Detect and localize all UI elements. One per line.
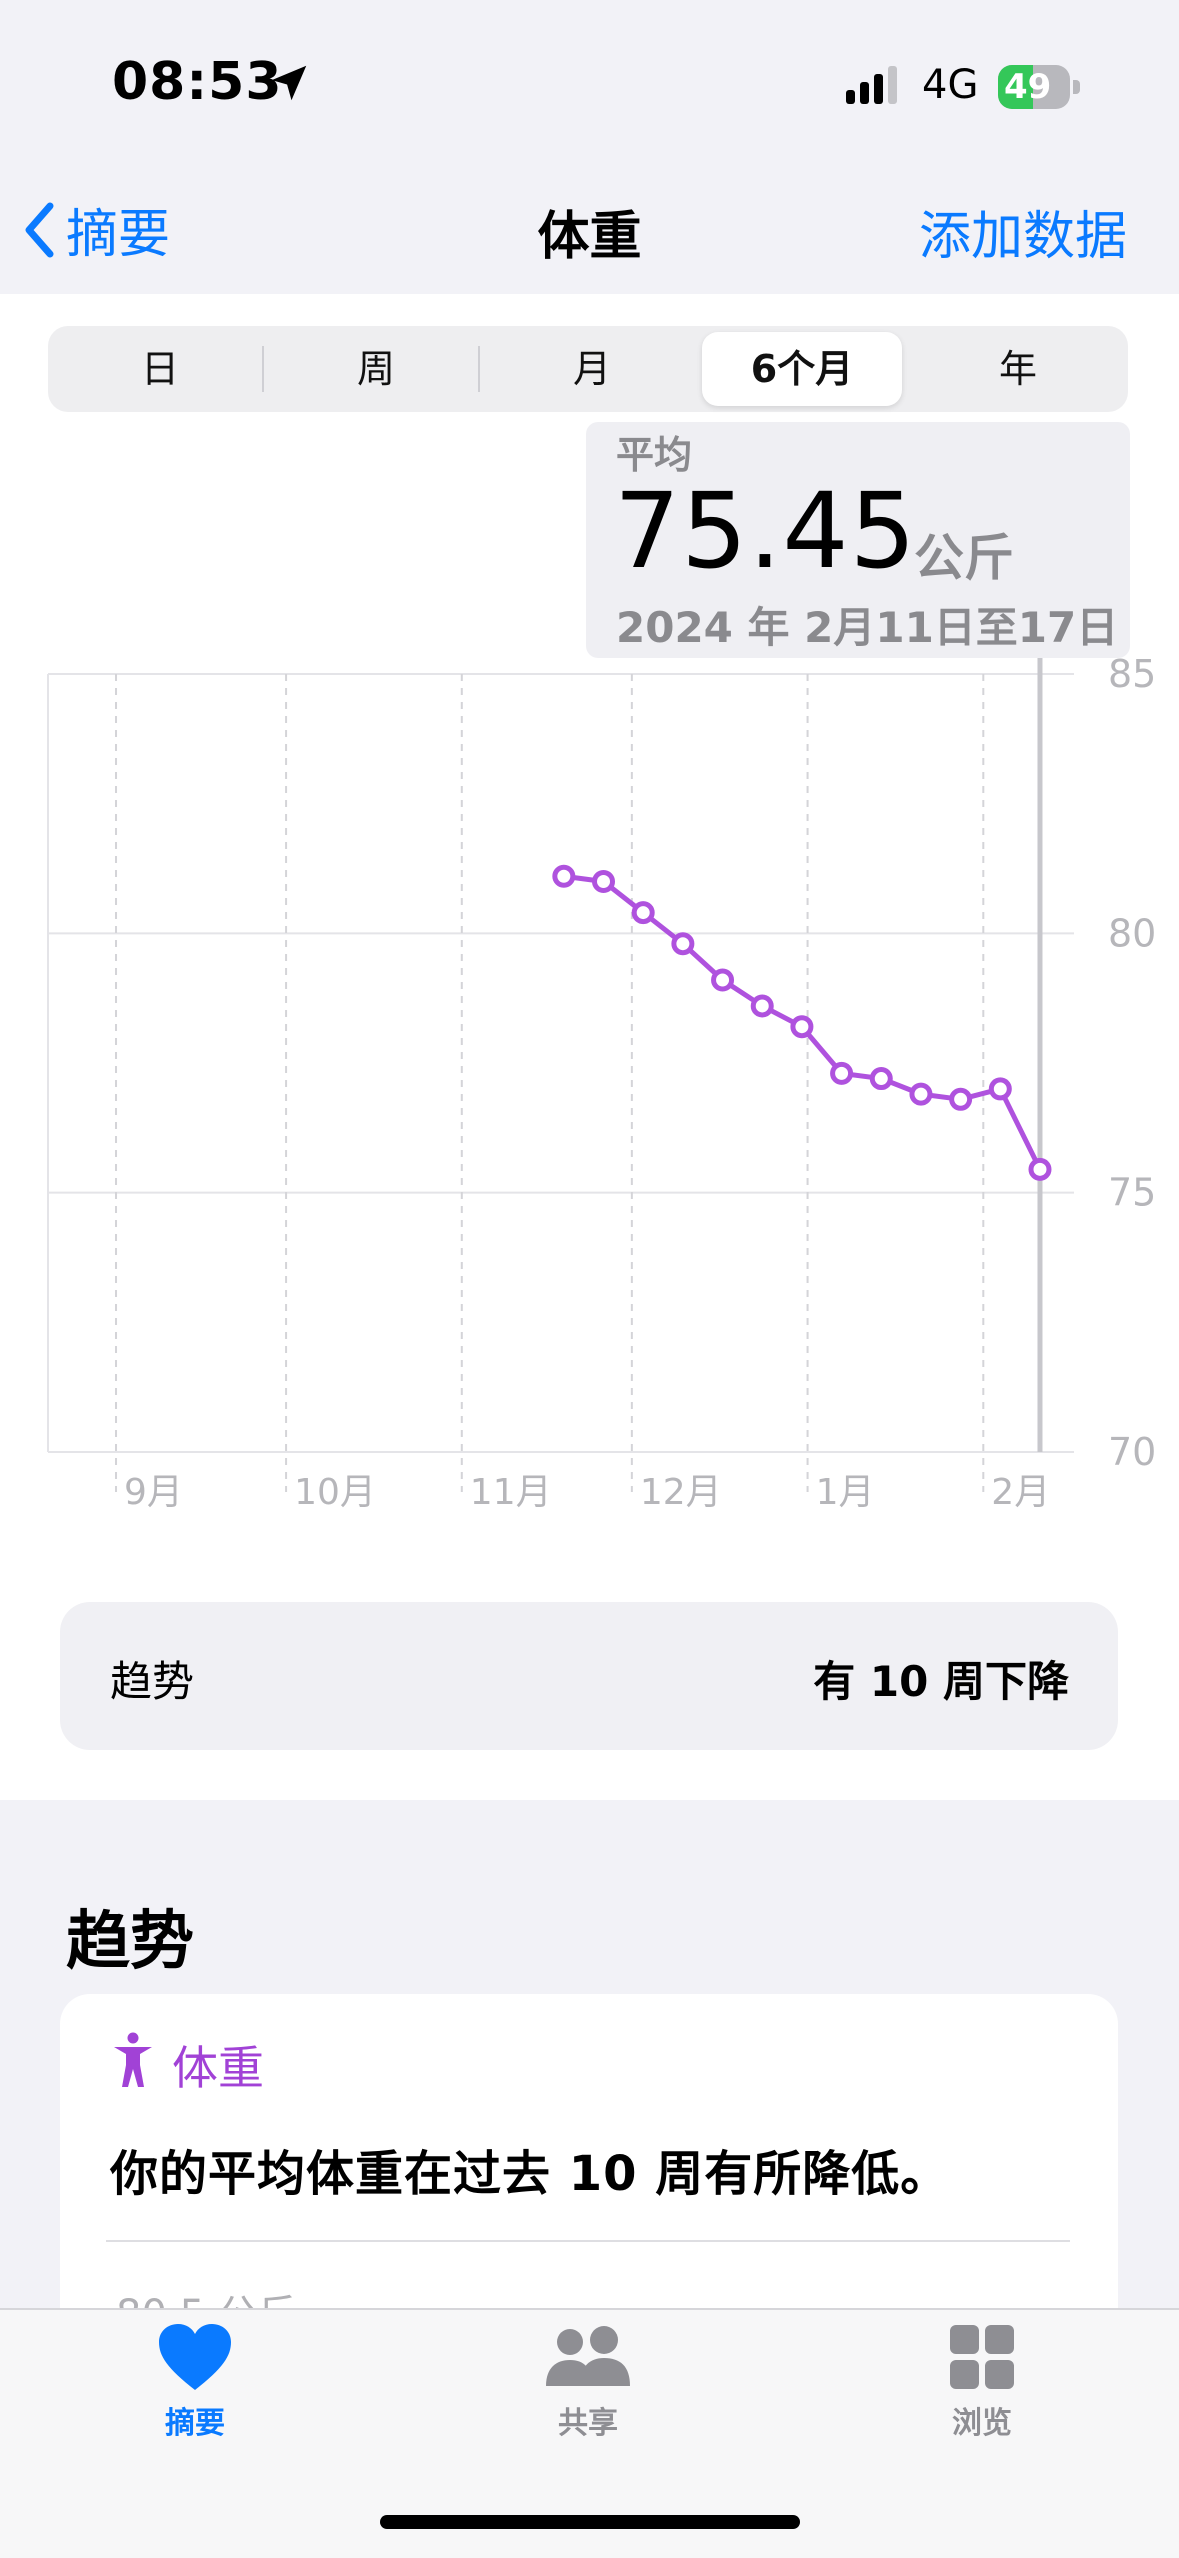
status-time: 08:53 bbox=[112, 52, 283, 112]
y-axis-tick-label: 70 bbox=[1108, 1430, 1156, 1474]
weight-data-point bbox=[869, 1067, 893, 1091]
battery-percent: 49 bbox=[1004, 67, 1052, 107]
tab-sharing[interactable]: 共享 bbox=[468, 2322, 708, 2442]
trend-category-label: 体重 bbox=[172, 2041, 264, 2095]
x-axis-tick-label: 11月 bbox=[470, 1472, 552, 1513]
segment-day[interactable]: 日 bbox=[60, 332, 260, 406]
time-range-segmented-control: 日 周 月 6个月 年 bbox=[48, 326, 1128, 412]
average-date-range: 2024 年 2月11日至17日 bbox=[616, 603, 1119, 652]
location-arrow-icon bbox=[271, 65, 307, 101]
x-axis-tick-label: 2月 bbox=[991, 1472, 1050, 1513]
x-axis-tick-label: 10月 bbox=[294, 1472, 376, 1513]
y-axis-tick-label: 85 bbox=[1108, 652, 1156, 696]
person-figure-icon bbox=[114, 2032, 152, 2087]
tab-sharing-label: 共享 bbox=[558, 2406, 618, 2441]
cellular-signal-icon bbox=[846, 66, 897, 104]
tab-browse[interactable]: 浏览 bbox=[862, 2322, 1102, 2442]
segment-week[interactable]: 周 bbox=[276, 332, 476, 406]
y-axis-tick-label: 75 bbox=[1108, 1171, 1156, 1215]
weight-data-point bbox=[949, 1087, 973, 1111]
weight-data-point bbox=[790, 1015, 814, 1039]
segment-month[interactable]: 月 bbox=[492, 332, 692, 406]
tab-summary-label: 摘要 bbox=[165, 2406, 225, 2441]
weight-data-point bbox=[988, 1077, 1012, 1101]
weight-data-point bbox=[671, 932, 695, 956]
segment-divider bbox=[262, 346, 264, 392]
weight-data-point bbox=[552, 864, 576, 888]
segment-divider bbox=[478, 346, 480, 392]
weight-data-point bbox=[592, 869, 616, 893]
y-axis-tick-label: 80 bbox=[1108, 911, 1156, 955]
weight-data-point bbox=[830, 1061, 854, 1085]
average-unit: 公斤 bbox=[914, 529, 1014, 587]
x-axis-tick-label: 12月 bbox=[640, 1472, 722, 1513]
x-axis-tick-label: 9月 bbox=[124, 1472, 183, 1513]
grid-icon bbox=[950, 2325, 1014, 2389]
average-value: 75.45 bbox=[614, 470, 917, 592]
trends-heading: 趋势 bbox=[66, 1905, 194, 1979]
x-axis-tick-label: 1月 bbox=[816, 1472, 875, 1513]
add-data-button[interactable]: 添加数据 bbox=[919, 194, 1127, 269]
battery-cap bbox=[1073, 80, 1080, 94]
people-icon bbox=[546, 2326, 630, 2386]
home-indicator bbox=[380, 2515, 800, 2529]
tab-browse-label: 浏览 bbox=[952, 2406, 1012, 2441]
trend-row-label: 趋势 bbox=[110, 1657, 195, 1706]
segment-year[interactable]: 年 bbox=[918, 332, 1118, 406]
tab-summary[interactable]: 摘要 bbox=[75, 2322, 315, 2442]
weight-data-point bbox=[711, 968, 735, 992]
weight-data-point bbox=[750, 994, 774, 1018]
network-type: 4G bbox=[922, 62, 979, 108]
segment-6-months[interactable]: 6个月 bbox=[702, 332, 902, 406]
trend-description: 你的平均体重在过去 10 周有所降低。 bbox=[110, 2146, 950, 2202]
weight-data-point bbox=[909, 1082, 933, 1106]
weight-data-point bbox=[631, 901, 655, 925]
heart-icon bbox=[159, 2324, 231, 2390]
trend-row-value: 有 10 周下降 bbox=[813, 1657, 1069, 1706]
weight-chart[interactable]: 85 80 75 70 9月 10月 11月 12月 1月 2月 bbox=[0, 640, 1179, 1520]
weight-data-point bbox=[1028, 1157, 1052, 1181]
battery-indicator: 49 bbox=[998, 65, 1082, 109]
trend-divider bbox=[106, 2240, 1070, 2242]
